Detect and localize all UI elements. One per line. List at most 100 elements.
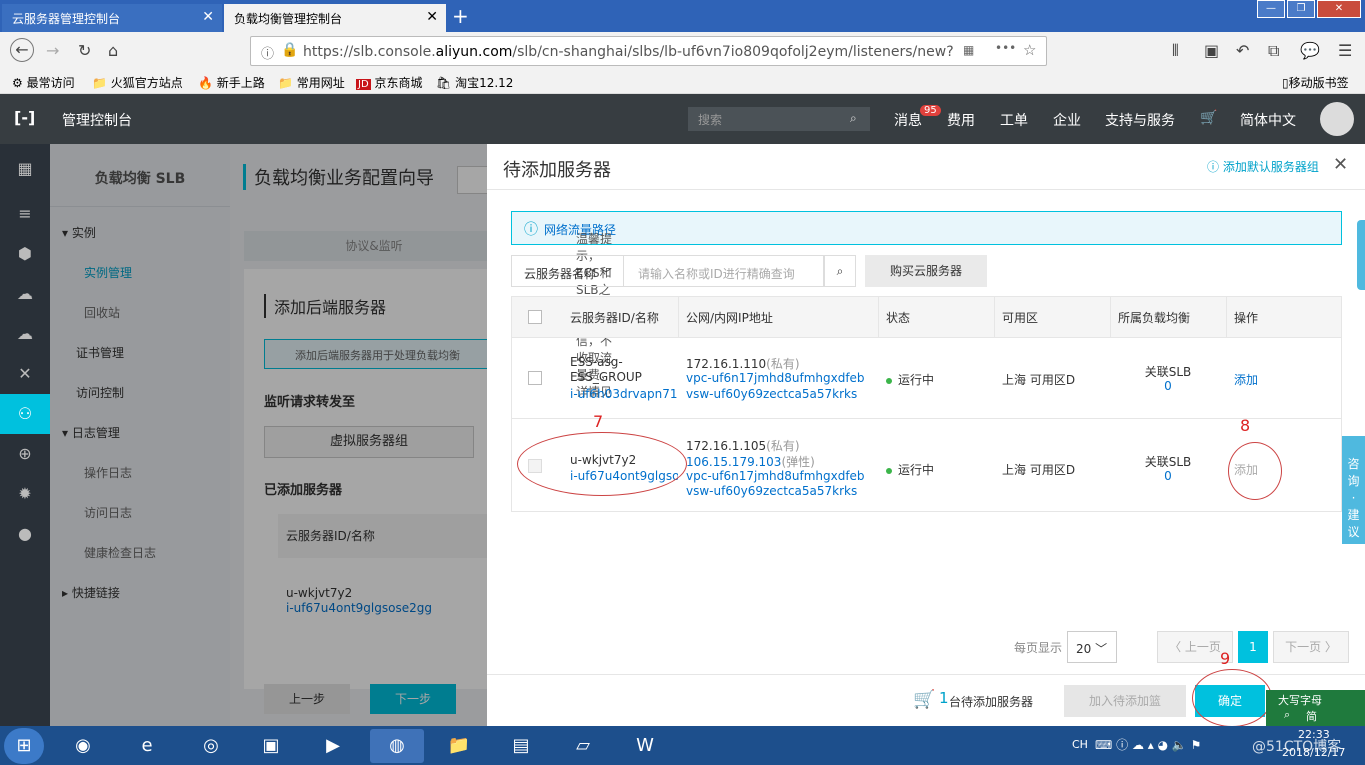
more-icon[interactable]: ••• xyxy=(995,41,1016,55)
eip-value[interactable]: 106.15.179.103 xyxy=(686,455,781,469)
add-to-pending-button[interactable]: 加入待添加篮 xyxy=(1064,685,1186,717)
close-tab-icon[interactable]: ✕ xyxy=(426,9,438,25)
tab-slb-console[interactable]: 负载均衡管理控制台 ✕ xyxy=(224,4,446,32)
nav-billing[interactable]: 费用 xyxy=(947,110,975,130)
bookmark-firefox[interactable]: 📁 火狐官方站点 xyxy=(92,74,183,91)
slb-icon[interactable]: ⚇ xyxy=(0,394,50,434)
bookmark-newbie[interactable]: 🔥 新手上路 xyxy=(198,74,265,91)
vpc-link[interactable]: vpc-uf6n17jmhd8ufmhgxdfeb xyxy=(686,469,865,483)
word-icon[interactable]: W xyxy=(618,729,672,763)
search-icon[interactable]: ⌕ xyxy=(1284,708,1290,722)
back-icon[interactable]: ← xyxy=(10,38,34,62)
bookmark-label: 最常访问 xyxy=(26,76,75,90)
nav-support[interactable]: 支持与服务 xyxy=(1105,110,1175,130)
tab-ecs-console[interactable]: 云服务器管理控制台 ✕ xyxy=(2,4,222,32)
console-title[interactable]: 管理控制台 xyxy=(62,110,132,130)
filter-input[interactable]: 请输入名称或ID进行精确查询 xyxy=(624,255,824,287)
page-1-button[interactable]: 1 xyxy=(1238,631,1268,663)
globe-icon[interactable]: ⊕ xyxy=(0,434,50,474)
ie-icon[interactable]: e xyxy=(120,729,174,763)
browser-360-icon[interactable]: ◎ xyxy=(184,729,238,763)
window-controls: — ❐ ✕ xyxy=(1255,0,1361,18)
cart-icon[interactable]: 🛒 xyxy=(913,689,935,710)
tool-icon[interactable]: ▤ xyxy=(494,729,548,763)
forward-icon[interactable]: → xyxy=(46,41,59,60)
consult-float-button[interactable]: 咨询·建议 xyxy=(1342,436,1365,544)
row-checkbox[interactable] xyxy=(528,371,542,385)
next-page-button[interactable]: 下一页 〉 xyxy=(1273,631,1349,663)
nav-tickets[interactable]: 工单 xyxy=(1000,110,1028,130)
nav-language[interactable]: 简体中文 xyxy=(1240,110,1296,130)
close-drawer-icon[interactable]: ✕ xyxy=(1333,154,1348,175)
iqiyi-icon[interactable]: ▣ xyxy=(244,729,298,763)
bookmark-taobao[interactable]: 🛍 淘宝12.12 xyxy=(436,74,513,91)
search-icon[interactable]: ⌕ xyxy=(824,255,856,287)
close-window-icon[interactable]: ✕ xyxy=(1317,0,1361,18)
tip-text: 温馨提示，ECS和SLB之间采用内网通信，不收取流量费，详情见网络流量路径 xyxy=(544,221,616,399)
new-tab-icon[interactable]: + xyxy=(452,4,469,28)
circle-icon[interactable]: ● xyxy=(0,514,50,554)
notepad-icon[interactable]: ▱ xyxy=(556,729,610,763)
home-icon[interactable]: ⌂ xyxy=(108,41,118,60)
col-sep xyxy=(1226,297,1227,338)
player-icon[interactable]: ▶ xyxy=(306,729,360,763)
folder-icon[interactable]: 📁 xyxy=(432,729,486,763)
firefox-icon[interactable]: ◍ xyxy=(370,729,424,763)
bookmark-common[interactable]: 📁 常用网址 xyxy=(278,74,345,91)
nav-messages[interactable]: 消息 xyxy=(894,110,922,130)
sidebar-icon[interactable]: ▣ xyxy=(1204,41,1219,60)
list-icon[interactable]: ≡ xyxy=(0,194,50,234)
ime-caps[interactable]: 大写字母 xyxy=(1278,692,1322,708)
select-all-checkbox[interactable] xyxy=(528,310,542,324)
buy-server-button[interactable]: 购买云服务器 xyxy=(865,255,987,287)
cloud-upload-icon[interactable]: ☁ xyxy=(0,314,50,354)
menu-icon[interactable]: ☰ xyxy=(1338,41,1352,60)
undo-icon[interactable]: ↶ xyxy=(1236,41,1249,60)
filter-select[interactable]: 云服务器名称 ﹀ xyxy=(511,255,624,287)
chat-icon[interactable]: 💬 xyxy=(1300,41,1320,60)
tab-label: 负载均衡管理控制台 xyxy=(234,11,343,26)
nav-enterprise[interactable]: 企业 xyxy=(1053,110,1081,130)
address-bar[interactable]: ⓘ 🔒 https://slb.console.aliyun.com/slb/c… xyxy=(250,36,1047,66)
search-icon[interactable]: ⌕ xyxy=(850,111,857,126)
slb-count-link[interactable]: 0 xyxy=(1118,469,1218,483)
start-button-icon[interactable]: ⊞ xyxy=(4,728,44,764)
bookmark-frequent[interactable]: ⚙ 最常访问 xyxy=(12,74,75,91)
cloud-icon[interactable]: ☁ xyxy=(0,274,50,314)
grid-icon[interactable]: ▦ xyxy=(0,149,50,189)
bookmarks-bar: ⚙ 最常访问 📁 火狐官方站点 🔥 新手上路 📁 常用网址 JD 京东商城 🛍 … xyxy=(0,70,1365,94)
bookmark-star-icon[interactable]: ☆ xyxy=(1023,41,1036,59)
modal-overlay[interactable] xyxy=(50,144,487,726)
app-icon[interactable]: ◉ xyxy=(56,729,110,763)
crop-icon[interactable]: ⧉ xyxy=(1268,41,1279,61)
cross-icon[interactable]: ✕ xyxy=(0,354,50,394)
bug-icon[interactable]: ✹ xyxy=(0,474,50,514)
bookmark-mobile[interactable]: ▯移动版书签 xyxy=(1282,74,1349,91)
bookmark-jd[interactable]: JD 京东商城 xyxy=(356,74,423,91)
col-zone: 可用区 xyxy=(1002,311,1039,325)
maximize-icon[interactable]: ❐ xyxy=(1287,0,1315,18)
vsw-link[interactable]: vsw-uf60y69zectca5a57krks xyxy=(686,484,857,498)
side-handle[interactable] xyxy=(1357,220,1365,290)
server-id-link[interactable]: i-uf6h03drvapn71w5 xyxy=(570,387,678,401)
qr-icon[interactable]: ▦ xyxy=(963,43,974,57)
per-page-select[interactable]: 20 ﹀ xyxy=(1067,631,1117,663)
vsw-link[interactable]: vsw-uf60y69zectca5a57krks xyxy=(686,387,857,401)
add-default-group-link[interactable]: ⓘ 添加默认服务器组 xyxy=(1207,158,1319,175)
language-indicator[interactable]: CH xyxy=(1072,738,1088,751)
slb-count-link[interactable]: 0 xyxy=(1118,379,1218,393)
aliyun-logo-icon[interactable]: [-] xyxy=(14,108,35,127)
info-icon[interactable]: ⓘ xyxy=(261,43,274,62)
tray-icons[interactable]: ⌨ ⓘ ☁ ▴ ◕ 🔈 ⚑ xyxy=(1095,736,1201,753)
add-server-button[interactable]: 添加 xyxy=(1234,371,1258,388)
console-search-input[interactable]: 搜索 ⌕ xyxy=(688,107,870,131)
reload-icon[interactable]: ↻ xyxy=(78,41,91,60)
shield-icon[interactable]: ⬢ xyxy=(0,234,50,274)
vpc-link[interactable]: vpc-uf6n17jmhd8ufmhgxdfeb xyxy=(686,371,865,385)
avatar[interactable] xyxy=(1320,102,1354,136)
ime-simplified[interactable]: 简 xyxy=(1306,708,1317,724)
cart-icon[interactable]: 🛒 xyxy=(1200,110,1217,126)
library-icon[interactable]: ⫴ xyxy=(1172,41,1179,61)
close-tab-icon[interactable]: ✕ xyxy=(202,9,214,25)
minimize-icon[interactable]: — xyxy=(1257,0,1285,18)
